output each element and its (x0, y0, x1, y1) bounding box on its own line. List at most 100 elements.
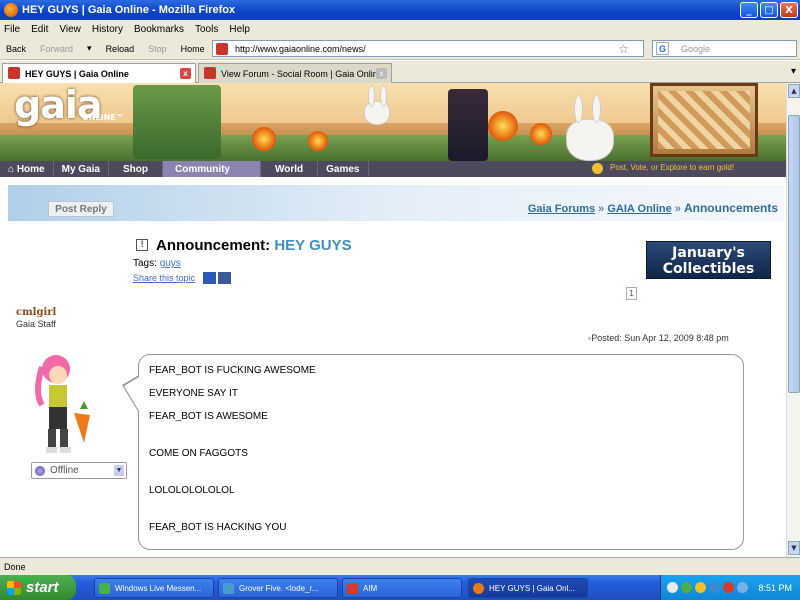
online-status-dropdown[interactable]: Offline ▼ (31, 462, 127, 479)
chat-icon (223, 583, 234, 594)
myspace-icon[interactable] (203, 272, 216, 284)
tab-view-forum[interactable]: View Forum - Social Room | Gaia Online x (198, 63, 392, 83)
gaia-favicon-icon (204, 67, 216, 79)
post-timestamp: ▫Posted: Sun Apr 12, 2009 8:48 pm (588, 333, 729, 343)
post-user-role: Gaia Staff (16, 319, 56, 329)
home-button[interactable]: Home (181, 44, 205, 54)
forum-header-strip: Post Reply Gaia Forums » GAIA Online » A… (8, 185, 784, 221)
tray-icon[interactable] (681, 582, 692, 593)
tags-line: Tags: guys (133, 258, 181, 269)
tray-icon[interactable] (737, 582, 748, 593)
gaia-nav-bar: ⌂ Home My Gaia Shop Community World Game… (0, 161, 786, 177)
history-dropdown-icon[interactable]: ▾ (87, 43, 92, 54)
start-button[interactable]: start (0, 575, 76, 600)
taskbar-item-firefox[interactable]: HEY GUYS | Gaia Onl... (468, 578, 588, 598)
tray-icon[interactable] (667, 582, 678, 593)
status-text: Offline (50, 465, 79, 476)
gaia-nav-my-gaia[interactable]: My Gaia (54, 161, 109, 177)
close-button[interactable]: X (780, 2, 798, 18)
close-tab-icon[interactable]: x (376, 68, 387, 79)
scroll-down-icon[interactable]: ▼ (788, 541, 800, 555)
banner-character-image (448, 89, 488, 161)
menu-history[interactable]: History (92, 24, 123, 35)
menu-bar: File Edit View History Bookmarks Tools H… (0, 20, 800, 38)
menu-edit[interactable]: Edit (31, 24, 48, 35)
messenger-icon (99, 583, 110, 594)
tag-link[interactable]: guys (160, 258, 181, 269)
gaia-nav-home[interactable]: ⌂ Home (0, 161, 54, 177)
gaia-nav-world[interactable]: World (261, 161, 319, 177)
post-body: FEAR_BOT IS FUCKING AWESOME EVERYONE SAY… (138, 354, 744, 550)
vertical-scrollbar[interactable]: ▲ ▼ (786, 83, 800, 557)
breadcrumb-announcements[interactable]: Announcements (684, 201, 778, 215)
flower-decoration (530, 123, 552, 145)
menu-help[interactable]: Help (229, 24, 250, 35)
post-line: LOLOLOLOLOLOL (149, 485, 235, 496)
tab-bar: HEY GUYS | Gaia Online x View Forum - So… (0, 61, 800, 83)
menu-view[interactable]: View (59, 24, 81, 35)
user-avatar[interactable] (34, 353, 94, 457)
gaia-nav-community[interactable]: Community (162, 161, 261, 177)
google-icon[interactable]: G (656, 42, 669, 55)
url-text: http://www.gaiaonline.com/news/ (235, 43, 366, 54)
scroll-up-icon[interactable]: ▲ (788, 84, 800, 98)
taskbar-item-aim[interactable]: AIM (342, 578, 462, 598)
post-line: COME ON FAGGOTS (149, 448, 248, 459)
close-tab-icon[interactable]: x (180, 68, 191, 79)
status-icon (35, 466, 45, 476)
page-title: Announcement: HEY GUYS (156, 237, 352, 254)
bookmark-star-icon[interactable]: ☆ (618, 42, 629, 56)
post-reply-button[interactable]: Post Reply (48, 201, 114, 217)
maximize-button[interactable]: □ (760, 2, 778, 18)
gaia-favicon-icon (8, 67, 20, 79)
tray-icon[interactable] (723, 582, 734, 593)
reload-button[interactable]: Reload (106, 44, 135, 54)
flower-decoration (488, 111, 518, 141)
post-line: EVERYONE SAY IT (149, 388, 238, 399)
url-bar[interactable]: http://www.gaiaonline.com/news/ ☆ (212, 40, 644, 57)
gaia-nav-games[interactable]: Games (318, 161, 369, 177)
windows-taskbar: start Windows Live Messen... Grover Five… (0, 575, 800, 600)
breadcrumb-gaia-forums[interactable]: Gaia Forums (528, 203, 595, 215)
window-titlebar: HEY GUYS | Gaia Online - Mozilla Firefox… (0, 0, 800, 20)
site-favicon-icon (216, 43, 228, 55)
chevron-down-icon[interactable]: ▼ (114, 465, 124, 476)
januarys-collectibles-ad[interactable]: January's Collectibles (646, 241, 771, 279)
list-all-tabs-icon[interactable]: ▾ (791, 66, 796, 77)
back-button[interactable]: Back (6, 44, 26, 54)
minimize-button[interactable]: _ (740, 2, 758, 18)
announcement-icon: ! (136, 239, 148, 251)
bunny-decoration (364, 101, 390, 125)
windows-logo-icon (7, 581, 21, 595)
gold-coin-icon (592, 163, 603, 174)
tab-hey-guys[interactable]: HEY GUYS | Gaia Online x (2, 63, 196, 83)
page-number[interactable]: 1 (626, 287, 637, 300)
earn-gold-link[interactable]: Post, Vote, or Explore to earn gold! (610, 163, 734, 172)
post-line: FEAR_BOT IS AWESOME (149, 411, 268, 422)
share-topic-link[interactable]: Share this topic (133, 273, 195, 283)
gaia-nav-shop[interactable]: Shop (109, 161, 163, 177)
facebook-icon[interactable] (218, 272, 231, 284)
post-line: FEAR_BOT IS HACKING YOU (149, 522, 287, 533)
taskbar-item-messenger[interactable]: Windows Live Messen... (94, 578, 214, 598)
search-input[interactable]: G Google (652, 40, 797, 57)
tray-icon[interactable] (709, 582, 720, 593)
post-username[interactable]: cmlgirl (16, 307, 56, 318)
breadcrumb-gaia-online[interactable]: GAIA Online (607, 203, 671, 215)
window-title: HEY GUYS | Gaia Online - Mozilla Firefox (22, 4, 236, 16)
navigation-toolbar: Back Forward ▾ Reload Stop Home http://w… (0, 38, 800, 60)
tab-label: HEY GUYS | Gaia Online (25, 68, 129, 79)
taskbar-item-chat[interactable]: Grover Five. <lode_r... (218, 578, 338, 598)
clock[interactable]: 8:51 PM (758, 583, 792, 593)
status-bar: Done (0, 557, 800, 575)
breadcrumb: Gaia Forums » GAIA Online » Announcement… (527, 201, 778, 215)
banner-promo-image[interactable] (650, 83, 758, 157)
menu-tools[interactable]: Tools (195, 24, 218, 35)
stop-button[interactable]: Stop (148, 44, 167, 54)
announcement-title: HEY GUYS (274, 237, 352, 254)
scrollbar-thumb[interactable] (788, 115, 800, 393)
tray-icon[interactable] (695, 582, 706, 593)
forward-button[interactable]: Forward (40, 44, 73, 54)
menu-bookmarks[interactable]: Bookmarks (134, 24, 184, 35)
menu-file[interactable]: File (4, 24, 20, 35)
